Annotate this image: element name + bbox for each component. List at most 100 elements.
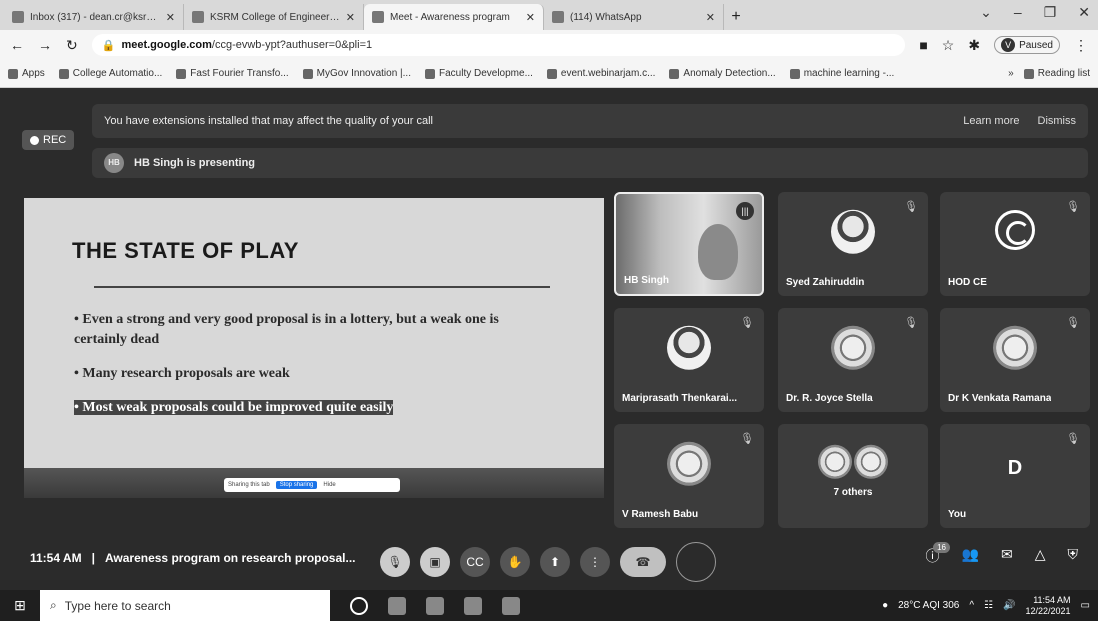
host-controls-icon[interactable]: ⛨ [1068, 546, 1079, 566]
reload-icon[interactable]: ↻ [66, 37, 78, 54]
participant-tile-video[interactable]: ||| HB Singh [614, 192, 764, 296]
participant-tile[interactable]: 🎙 Mariprasath Thenkarai... [614, 308, 764, 412]
bookmark-item[interactable]: event.webinarjam.c... [546, 68, 655, 79]
mic-off-icon: 🎙 [904, 317, 918, 329]
chevron-up-icon[interactable]: ^ [969, 600, 974, 611]
tab-title: (114) WhatsApp [570, 11, 642, 23]
meet-control-bar: 11:54 AM | Awareness program on research… [0, 536, 1098, 582]
participant-tile[interactable]: 🎙 Dr. R. Joyce Stella [778, 308, 928, 412]
chrome-icon[interactable] [464, 596, 482, 615]
site-icon [192, 11, 204, 23]
photos-icon[interactable] [502, 596, 520, 615]
more-options-button[interactable]: ⋮ [580, 547, 610, 577]
menu-icon[interactable]: ⋮ [1074, 37, 1088, 54]
highlighted-bullet: • Most weak proposals could be improved … [74, 400, 394, 415]
camera-toggle-button[interactable]: ▣ [420, 547, 450, 577]
bullet-item: • Most weak proposals could be improved … [74, 398, 544, 418]
hide-button[interactable]: Hide [323, 482, 335, 488]
raise-hand-button[interactable]: ✋ [500, 547, 530, 577]
lock-icon: 🔒 [101, 39, 116, 52]
volume-icon[interactable]: 🔊 [1003, 600, 1015, 611]
bookmark-item[interactable]: Faculty Developme... [424, 68, 533, 79]
chat-icon[interactable]: ✉ [1001, 546, 1013, 566]
search-icon: ⌕ [50, 598, 57, 612]
maximize-button[interactable]: ❐ [1044, 4, 1057, 21]
bookmark-item[interactable]: College Automatio... [58, 68, 162, 79]
bookmark-apps[interactable]: Apps [8, 68, 45, 79]
tab-inbox[interactable]: Inbox (317) - dean.cr@ksrmce.ac ✕ [4, 4, 184, 30]
meeting-info: 11:54 AM | Awareness program on research… [30, 551, 356, 565]
learn-more-link[interactable]: Learn more [963, 115, 1019, 127]
site-icon [58, 68, 69, 79]
self-tile[interactable]: 🎙 D You [940, 424, 1090, 528]
participant-tile[interactable]: 🎙 HOD CE [940, 192, 1090, 296]
participant-tile[interactable]: 🎙 V Ramesh Babu [614, 424, 764, 528]
system-tray: ● 28°C AQI 306 ^ ☷ 🔊 11:54 AM 12/22/2021… [882, 595, 1098, 617]
notifications-icon[interactable]: ▭ [1081, 600, 1090, 611]
tab-title: Inbox (317) - dean.cr@ksrmce.ac [30, 11, 160, 23]
people-icon[interactable]: 👥 [962, 546, 979, 566]
close-icon[interactable]: ✕ [166, 11, 175, 24]
camera-icon[interactable]: ■ [919, 37, 927, 53]
cortana-icon[interactable] [350, 596, 368, 615]
minimize-button[interactable]: – [1014, 4, 1022, 21]
avatar [854, 444, 888, 479]
presenter-avatar: HB [104, 153, 124, 173]
close-icon[interactable]: ✕ [706, 11, 715, 24]
participant-tile[interactable]: 🎙 Dr K Venkata Ramana [940, 308, 1090, 412]
task-view-icon[interactable] [388, 596, 406, 615]
clock[interactable]: 11:54 AM 12/22/2021 [1026, 595, 1071, 617]
participant-tile[interactable]: 🎙 Syed Zahiruddin [778, 192, 928, 296]
address-bar-row: ← → ↻ 🔒 meet.google.com/ccg-evwb-ypt?aut… [0, 30, 1098, 60]
activities-icon[interactable]: △ [1035, 546, 1046, 566]
present-button[interactable]: ⬆ [540, 547, 570, 577]
record-icon [30, 135, 39, 145]
bookmark-item[interactable]: Anomaly Detection... [669, 68, 776, 79]
captions-button[interactable]: CC [460, 547, 490, 577]
file-explorer-icon[interactable] [426, 596, 444, 615]
weather-icon: ● [882, 600, 889, 611]
apps-icon [8, 68, 18, 79]
tab-meet[interactable]: Meet - Awareness program ✕ [364, 4, 544, 30]
bookmark-item[interactable]: MyGov Innovation |... [302, 68, 411, 79]
tab-whatsapp[interactable]: (114) WhatsApp ✕ [544, 4, 724, 30]
avatar [995, 210, 1035, 250]
participant-video [698, 224, 738, 280]
more-bookmarks-icon[interactable]: » [1008, 68, 1014, 79]
url-host: meet.google.com [121, 39, 212, 51]
close-icon[interactable]: ✕ [526, 11, 535, 24]
site-icon [302, 68, 313, 79]
bookmark-item[interactable]: machine learning -... [789, 68, 894, 79]
windows-start-icon[interactable]: ⊞ [0, 597, 40, 614]
tab-ksrm[interactable]: KSRM College of Engineering - ✕ [184, 4, 364, 30]
participant-name: HOD CE [948, 277, 987, 288]
weather-text[interactable]: 28°C AQI 306 [898, 600, 959, 611]
url-field[interactable]: 🔒 meet.google.com/ccg-evwb-ypt?authuser=… [91, 34, 906, 56]
whatsapp-icon [552, 11, 564, 23]
reading-list-button[interactable]: Reading list [1023, 68, 1090, 79]
self-initial: D [1007, 457, 1023, 480]
slide-title: THE STATE OF PLAY [72, 238, 299, 263]
profile-status: Paused [1019, 39, 1053, 51]
dismiss-button[interactable]: Dismiss [1038, 115, 1077, 127]
leave-call-button[interactable]: ☎ [620, 547, 666, 577]
forward-icon[interactable]: → [38, 37, 52, 53]
banner-text: You have extensions installed that may a… [104, 115, 433, 127]
mic-toggle-button[interactable]: 🎙 [380, 547, 410, 577]
extensions-icon[interactable]: ✱ [968, 37, 980, 54]
taskbar-search[interactable]: ⌕ Type here to search [40, 590, 330, 621]
stop-sharing-button[interactable]: Stop sharing [275, 481, 318, 489]
back-icon[interactable]: ← [10, 37, 24, 53]
chevron-down-icon[interactable]: ⌄ [980, 4, 992, 21]
rec-label: REC [43, 134, 67, 146]
profile-button[interactable]: V Paused [994, 36, 1060, 54]
close-window-button[interactable]: ✕ [1078, 4, 1090, 21]
others-tile[interactable]: 7 others [778, 424, 928, 528]
network-icon[interactable]: ☷ [984, 600, 993, 611]
star-icon[interactable]: ☆ [942, 37, 955, 54]
new-tab-button[interactable]: + [724, 4, 748, 30]
mic-off-icon: 🎙 [1066, 317, 1080, 329]
bookmark-item[interactable]: Fast Fourier Transfo... [176, 68, 289, 79]
avatar [667, 441, 711, 486]
close-icon[interactable]: ✕ [346, 11, 355, 24]
